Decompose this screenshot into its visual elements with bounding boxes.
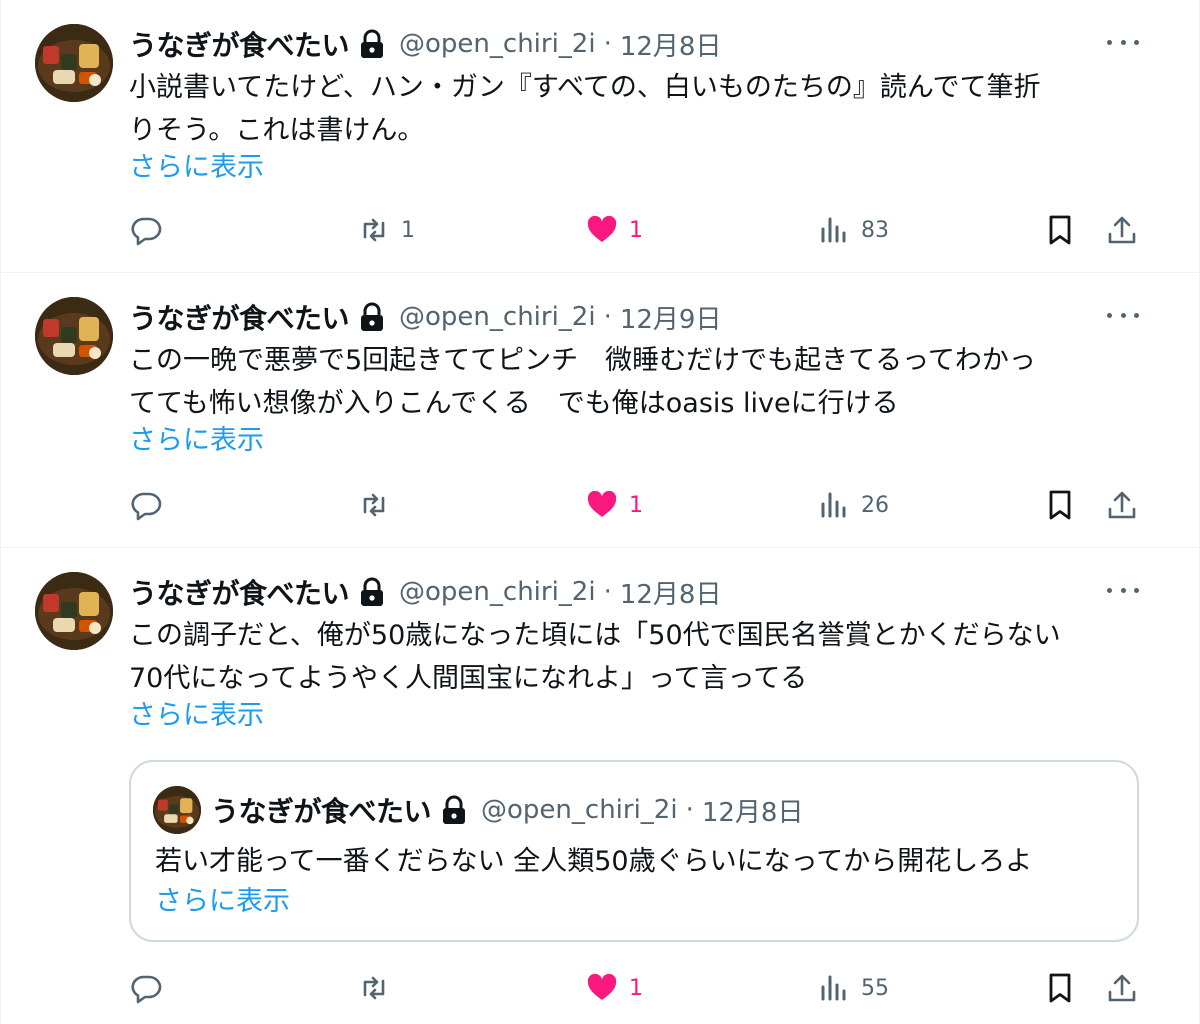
show-more-link[interactable]: さらに表示 <box>129 148 264 188</box>
show-more-link[interactable]: さらに表示 <box>155 882 290 922</box>
reply-button[interactable] <box>129 968 163 1008</box>
like-count: 1 <box>629 492 643 518</box>
bookmark-icon <box>1049 490 1071 520</box>
bookmark-button[interactable] <box>1043 485 1077 525</box>
share-button[interactable] <box>1105 210 1139 250</box>
tweet-header: うなぎが食べたい @open_chiri_2i · 12月9日 <box>129 299 721 335</box>
quoted-tweet-header: うなぎが食べたい @open_chiri_2i · 12月8日 <box>211 790 803 830</box>
retweet-icon <box>363 218 385 242</box>
heart-icon <box>587 215 617 242</box>
retweet-icon <box>363 493 385 517</box>
separator-dot: · <box>603 577 612 607</box>
separator-dot: · <box>603 302 612 332</box>
share-icon <box>1108 491 1136 519</box>
reply-button[interactable] <box>129 210 163 250</box>
avatar[interactable] <box>35 24 113 102</box>
lock-icon <box>359 29 385 59</box>
tweet-header: うなぎが食べたい @open_chiri_2i · 12月8日 <box>129 574 721 610</box>
tweet[interactable]: うなぎが食べたい @open_chiri_2i · 12月8日 小説書いてたけど… <box>0 0 1200 273</box>
reply-icon <box>131 492 162 521</box>
more-icon[interactable] <box>1107 578 1139 602</box>
like-button[interactable]: 1 <box>585 968 643 1008</box>
tweet-header: うなぎが食べたい @open_chiri_2i · 12月8日 <box>129 26 721 62</box>
bookmark-icon <box>1049 215 1071 245</box>
bookmark-button[interactable] <box>1043 968 1077 1008</box>
user-handle[interactable]: @open_chiri_2i <box>399 29 596 59</box>
lock-icon <box>359 302 385 332</box>
retweet-icon <box>363 976 385 1000</box>
separator-dot: · <box>685 795 694 825</box>
reply-icon <box>131 217 162 246</box>
view-count: 55 <box>861 975 889 1001</box>
user-handle[interactable]: @open_chiri_2i <box>399 577 596 607</box>
avatar[interactable] <box>35 297 113 375</box>
tweet-date[interactable]: 12月9日 <box>620 299 722 336</box>
tweet-actions: 1 55 <box>129 968 1141 1008</box>
tweet-date: 12月8日 <box>701 797 804 828</box>
more-icon[interactable] <box>1107 303 1139 327</box>
avatar[interactable] <box>153 786 201 834</box>
tweet-text: この調子だと、俺が50歳になった頃には「50代で国民名誉賞とかくだらない 70代… <box>129 620 1061 694</box>
display-name[interactable]: うなぎが食べたい <box>129 297 350 337</box>
share-button[interactable] <box>1105 968 1139 1008</box>
retweet-button[interactable] <box>357 485 401 525</box>
tweet-actions: 1 26 <box>129 485 1141 525</box>
like-count: 1 <box>629 975 643 1001</box>
food-plate-avatar <box>153 786 201 834</box>
like-button[interactable]: 1 <box>585 485 643 525</box>
reply-button[interactable] <box>129 485 163 525</box>
tweet-text: 小説書いてたけど、ハン・ガン『すべての、白いものたちの』読んでて筆折 りそう。こ… <box>129 72 1041 146</box>
quoted-tweet[interactable]: うなぎが食べたい @open_chiri_2i · 12月8日 若い才能って一番… <box>129 760 1139 942</box>
display-name[interactable]: うなぎが食べたい <box>129 24 350 64</box>
bookmark-button[interactable] <box>1043 210 1077 250</box>
share-button[interactable] <box>1105 485 1139 525</box>
more-icon[interactable] <box>1107 30 1139 54</box>
food-plate-avatar <box>35 24 113 102</box>
timeline-feed: うなぎが食べたい @open_chiri_2i · 12月8日 小説書いてたけど… <box>0 0 1200 1024</box>
tweet-date[interactable]: 12月8日 <box>620 26 722 63</box>
tweet-text: この一晩で悪夢で5回起きててピンチ 微睡むだけでも起きてるってわかっ てても怖い… <box>129 345 1036 419</box>
show-more-link[interactable]: さらに表示 <box>129 696 264 736</box>
tweet-actions: 1 1 83 <box>129 210 1141 250</box>
views-button[interactable]: 55 <box>817 968 889 1008</box>
tweet[interactable]: うなぎが食べたい @open_chiri_2i · 12月9日 この一晩で悪夢で… <box>0 273 1200 548</box>
show-more-link[interactable]: さらに表示 <box>129 421 264 461</box>
retweet-button[interactable] <box>357 968 401 1008</box>
retweet-button[interactable]: 1 <box>357 210 415 250</box>
view-count: 83 <box>861 217 889 243</box>
bookmark-icon <box>1049 973 1071 1003</box>
lock-icon <box>359 577 385 607</box>
share-icon <box>1108 974 1136 1002</box>
user-handle: @open_chiri_2i <box>481 795 678 825</box>
display-name: うなぎが食べたい <box>211 795 432 828</box>
separator-dot: · <box>603 29 612 59</box>
display-name[interactable]: うなぎが食べたい <box>129 572 350 612</box>
tweet[interactable]: うなぎが食べたい @open_chiri_2i · 12月8日 この調子だと、俺… <box>0 548 1200 1024</box>
heart-icon <box>587 973 617 1000</box>
user-handle[interactable]: @open_chiri_2i <box>399 302 596 332</box>
quoted-tweet-text: 若い才能って一番くだらない 全人類50歳ぐらいになってから開花しろよ <box>155 846 1033 877</box>
views-icon <box>821 217 846 243</box>
views-button[interactable]: 83 <box>817 210 889 250</box>
retweet-count: 1 <box>401 217 415 243</box>
tweet-date[interactable]: 12月8日 <box>620 574 722 611</box>
food-plate-avatar <box>35 297 113 375</box>
like-count: 1 <box>629 217 643 243</box>
views-button[interactable]: 26 <box>817 485 889 525</box>
reply-icon <box>131 975 162 1004</box>
avatar[interactable] <box>35 572 113 650</box>
views-icon <box>821 492 846 518</box>
view-count: 26 <box>861 492 889 518</box>
heart-icon <box>587 490 617 517</box>
like-button[interactable]: 1 <box>585 210 643 250</box>
views-icon <box>821 975 846 1001</box>
food-plate-avatar <box>35 572 113 650</box>
lock-icon <box>441 795 467 825</box>
share-icon <box>1108 216 1136 244</box>
